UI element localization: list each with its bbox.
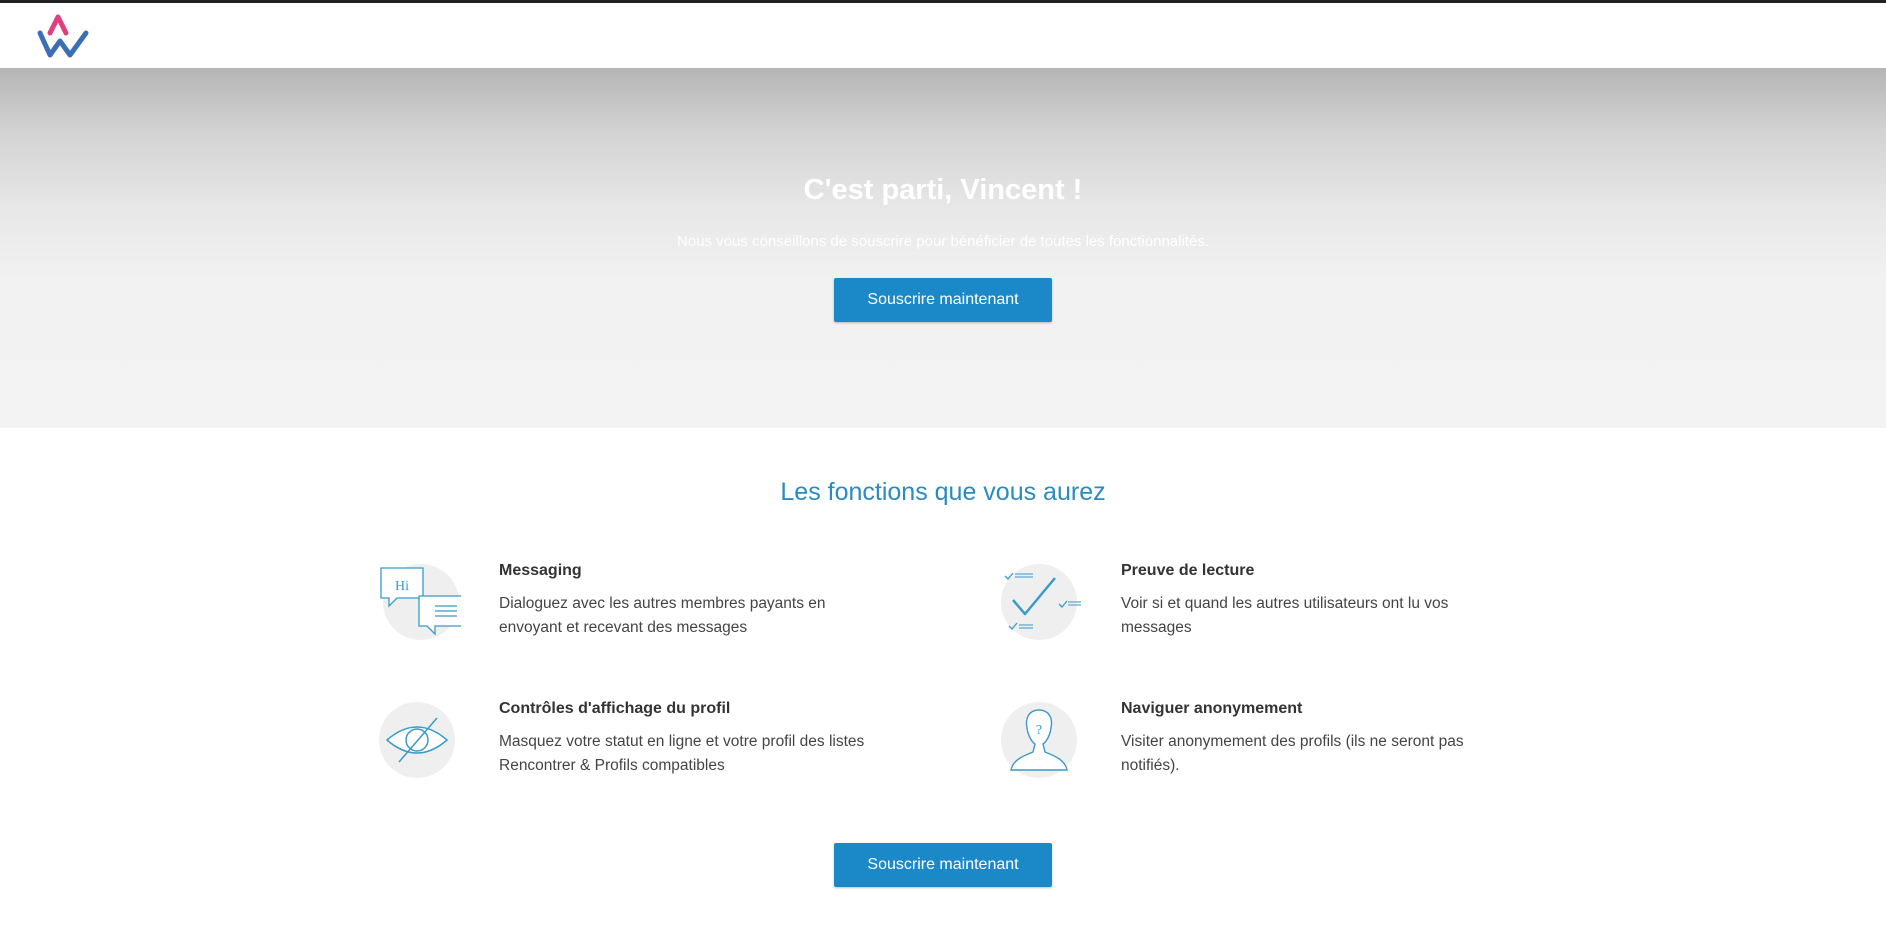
subscribe-now-button[interactable]: Souscrire maintenant — [834, 278, 1052, 322]
feature-title: Preuve de lecture — [1121, 562, 1255, 579]
svg-text:?: ? — [1036, 723, 1042, 738]
feature-read-receipt: Preuve de lecture Voir si et quand les a… — [999, 560, 1559, 660]
feature-description: Dialoguez avec les autres membres payant… — [499, 595, 826, 636]
brand-logo[interactable] — [36, 11, 92, 63]
top-navbar — [0, 0, 1886, 68]
feature-description: Masquez votre statut en ligne et votre p… — [499, 733, 865, 774]
hero-title: C'est parti, Vincent ! — [803, 174, 1083, 206]
feature-title: Naviguer anonymement — [1121, 700, 1303, 717]
feature-title: Messaging — [499, 562, 582, 579]
feature-title: Contrôles d'affichage du profil — [499, 700, 731, 717]
feature-description: Voir si et quand les autres utilisateurs… — [1121, 595, 1449, 636]
features-heading: Les fonctions que vous aurez — [780, 478, 1106, 506]
subscribe-now-button-bottom[interactable]: Souscrire maintenant — [834, 843, 1052, 887]
feature-anonymous-browsing: ? Naviguer anonymement Visiter anonymeme… — [999, 698, 1559, 798]
chat-bubbles-icon: Hi — [380, 564, 461, 640]
hero-banner: C'est parti, Vincent ! Nous vous conseil… — [0, 68, 1886, 428]
feature-messaging: Hi Messaging Dialoguez avec les autres m… — [377, 560, 937, 660]
svg-text:Hi: Hi — [395, 579, 409, 594]
eye-hidden-icon — [379, 702, 455, 778]
read-receipt-check-icon — [1001, 564, 1081, 640]
anonymous-person-icon: ? — [1001, 702, 1077, 778]
hero-subtitle: Nous vous conseillons de souscrire pour … — [677, 233, 1209, 250]
feature-description: Visiter anonymement des profils (ils ne … — [1121, 733, 1464, 774]
feature-profile-visibility: Contrôles d'affichage du profil Masquez … — [377, 698, 937, 798]
